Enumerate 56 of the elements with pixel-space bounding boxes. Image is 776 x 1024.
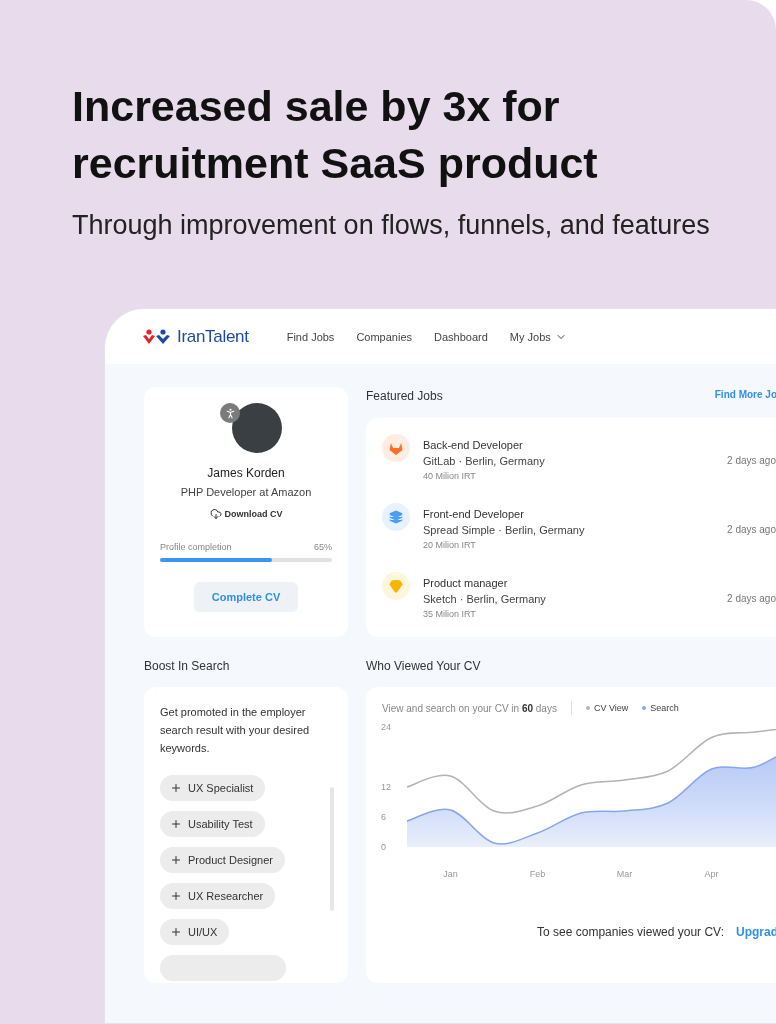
job-salary: 40 Milion IRT (423, 471, 477, 481)
nav-link[interactable]: Dashboard (434, 330, 488, 343)
y-tick-label: 12 (381, 782, 391, 792)
legend-label: Search (650, 703, 679, 713)
progress-value: 65% (314, 542, 332, 552)
subheadline: Through improvement on flows, funnels, and features (72, 210, 711, 241)
legend-label: CV View (593, 703, 629, 713)
section-title: Boost In Search (144, 659, 230, 673)
layers-icon (389, 510, 403, 524)
job-title[interactable]: Front-end Developer (423, 508, 715, 520)
plus-icon (170, 818, 182, 830)
plus-icon (170, 782, 182, 794)
nav-link[interactable]: Find Jobs (286, 330, 335, 343)
y-tick-label: 24 (381, 722, 391, 732)
section-title: Featured Jobs (366, 389, 443, 403)
plus-icon (170, 890, 182, 902)
job-time: 2 days ago (727, 592, 776, 604)
nav-link[interactable]: Companies (356, 330, 412, 343)
job-salary: 35 Milion IRT (423, 609, 477, 619)
boost-description: Get promoted in the employer search result with your desired keywords. (160, 705, 311, 756)
logo-icon (143, 328, 173, 345)
keyword-chip[interactable]: UI/UX (160, 919, 230, 945)
job-time: 2 days ago (727, 454, 776, 466)
logo-text: IranTalent (177, 326, 249, 347)
job-company-location: Sketch · Berlin, Germany (423, 593, 547, 605)
download-link[interactable]: Download CV (209, 508, 283, 520)
job-title[interactable]: Product manager (423, 577, 715, 589)
x-tick-label: Jan (443, 869, 458, 879)
x-tick-label: Apr (704, 869, 719, 879)
keyword-chip[interactable]: Product Designer (160, 847, 285, 873)
progress-label: Profile completion (160, 542, 232, 552)
job-title[interactable]: Back-end Developer (423, 439, 715, 451)
profile-role: PHP Developer at Amazon (180, 486, 312, 498)
x-tick-label: Mar (616, 869, 633, 879)
headline: Increased sale by 3x for recruitment SaaS product (72, 81, 599, 189)
job-time: 2 days ago (727, 523, 776, 535)
section-title: Who Viewed Your CV (366, 659, 481, 673)
fox-icon (389, 441, 403, 455)
chart-caption: View and search on your CV in 60 days (382, 702, 557, 714)
job-company-location: GitLab · Berlin, Germany (423, 455, 546, 467)
plus-icon (170, 854, 182, 866)
keyword-chip[interactable]: UX Researcher (160, 883, 276, 909)
cloud-download-icon (209, 508, 222, 520)
nav-link[interactable]: My Jobs (509, 330, 567, 343)
diamond-icon (389, 579, 403, 593)
y-tick-label: 0 (381, 842, 386, 852)
y-tick-label: 6 (381, 812, 386, 822)
upgrade-prompt: To see companies viewed your CV: (537, 925, 724, 939)
avatar (232, 403, 282, 453)
plus-icon (170, 926, 182, 938)
profile-name: James Korden (207, 466, 285, 480)
x-tick-label: Feb (529, 869, 546, 879)
job-company-location: Spread Simple · Berlin, Germany (423, 524, 586, 536)
keyword-chip[interactable]: Usability Test (160, 811, 265, 837)
job-salary: 20 Milion IRT (423, 540, 477, 550)
keyword-chip[interactable]: UX Specialist (160, 775, 266, 801)
